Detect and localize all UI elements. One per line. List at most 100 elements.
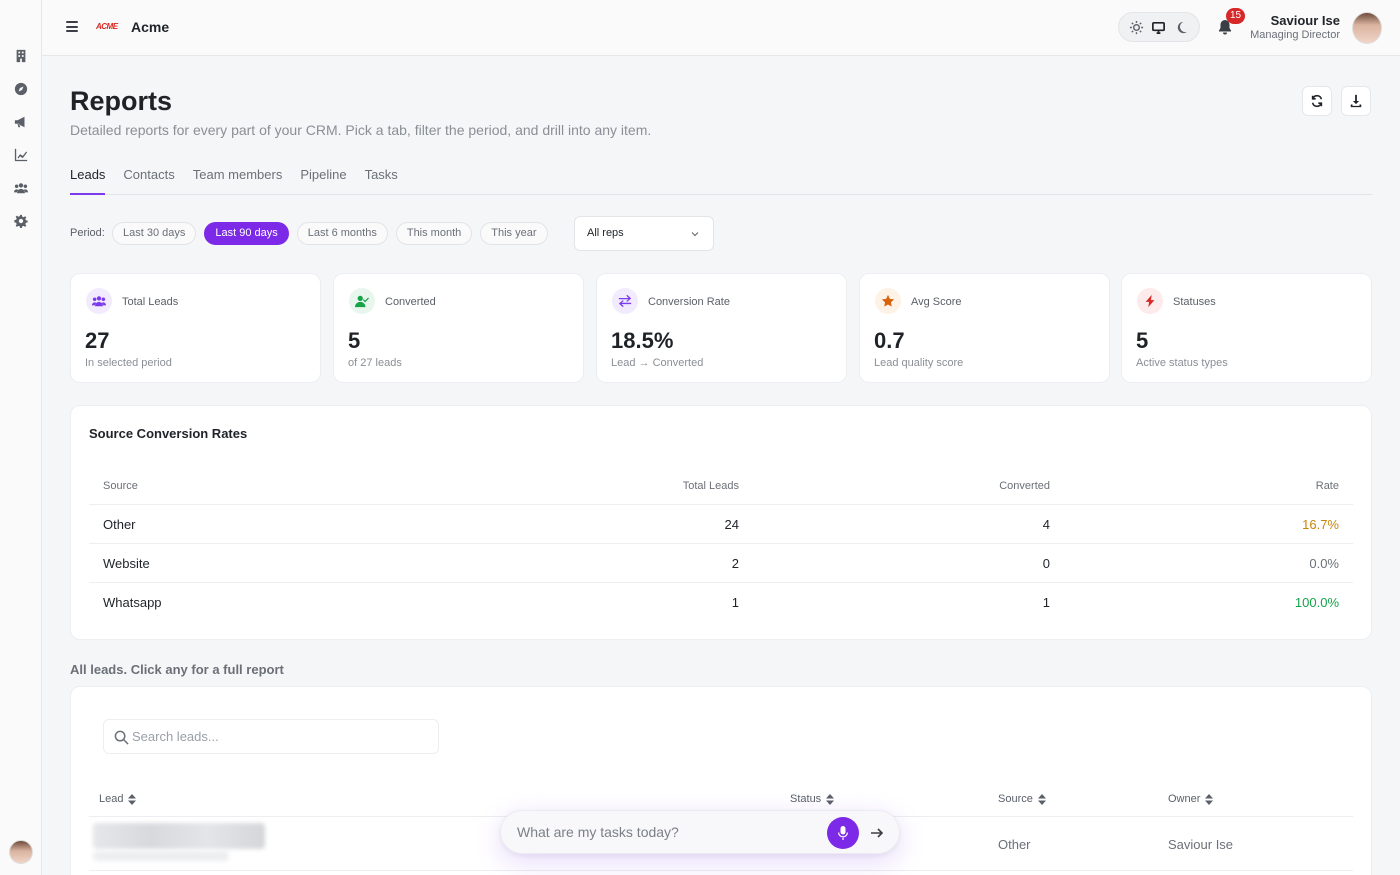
- refresh-button[interactable]: [1302, 86, 1332, 116]
- stat-label: Converted: [385, 296, 436, 308]
- column-header-total-leads: Total Leads: [682, 480, 739, 492]
- stat-label: Avg Score: [911, 296, 962, 308]
- stat-card-statuses: Statuses 5 Active status types: [1121, 273, 1372, 383]
- users-icon: [86, 288, 112, 314]
- sort-icon: [826, 793, 835, 805]
- assistant-bar: [500, 810, 900, 854]
- cell-total: 2: [731, 555, 739, 571]
- column-header-source: Source: [103, 480, 138, 492]
- sun-icon[interactable]: [1128, 19, 1144, 35]
- download-button[interactable]: [1341, 86, 1371, 116]
- sort-icon: [1037, 793, 1046, 805]
- app-logo: ACME: [96, 22, 118, 31]
- user-check-icon: [349, 288, 375, 314]
- period-chip-this-month[interactable]: This month: [395, 222, 473, 245]
- period-label: Period:: [70, 227, 105, 239]
- stat-card-converted: Converted 5 of 27 leads: [333, 273, 584, 383]
- user-role: Managing Director: [1250, 29, 1340, 41]
- assistant-input[interactable]: [517, 811, 817, 853]
- stat-card-conversion-rate: Conversion Rate 18.5% Lead → Converted: [596, 273, 847, 383]
- gear-icon[interactable]: [13, 213, 29, 229]
- stat-card-avg-score: Avg Score 0.7 Lead quality score: [859, 273, 1110, 383]
- refresh-icon: [1311, 94, 1323, 108]
- column-header-owner[interactable]: Owner: [1168, 793, 1214, 805]
- column-header-status[interactable]: Status: [790, 793, 835, 805]
- bolt-icon: [1137, 288, 1163, 314]
- stat-label: Total Leads: [122, 296, 179, 308]
- user-avatar[interactable]: [1352, 12, 1382, 44]
- stat-value: 0.7: [874, 328, 905, 353]
- column-header-rate: Rate: [1315, 480, 1339, 492]
- cell-converted: 1: [1042, 595, 1050, 610]
- column-header-source[interactable]: Source: [998, 793, 1046, 805]
- arrow-right-icon[interactable]: [869, 825, 885, 841]
- redacted-lead-name: [93, 823, 265, 849]
- stat-value: 18.5%: [611, 328, 674, 353]
- leads-section-label: All leads. Click any for a full report: [70, 662, 284, 677]
- chevron-down-icon: [691, 232, 699, 237]
- column-header-label: Owner: [1168, 793, 1201, 805]
- cell-converted: 4: [1042, 516, 1050, 532]
- cell-rate: 0.0%: [1309, 555, 1339, 571]
- panel-title: Source Conversion Rates: [89, 426, 248, 441]
- microphone-button[interactable]: [827, 817, 859, 849]
- table-row: Website 2 0 0.0%: [89, 544, 1353, 583]
- table-row: Whatsapp 1 1 100.0%: [89, 583, 1353, 622]
- source-conversion-panel: Source Conversion Rates Source Total Lea…: [70, 405, 1372, 640]
- source-table: Source Total Leads Converted Rate Other …: [89, 468, 1353, 622]
- menu-icon[interactable]: [66, 21, 78, 33]
- app-title: Acme: [131, 19, 170, 35]
- period-chip-this-year[interactable]: This year: [480, 222, 548, 245]
- report-tabs: Leads Contacts Team members Pipeline Tas…: [70, 166, 1372, 195]
- building-icon[interactable]: [13, 48, 29, 64]
- stat-label: Conversion Rate: [648, 296, 730, 308]
- period-chip-last-90-days[interactable]: Last 90 days: [204, 222, 289, 245]
- table-header-row: Source Total Leads Converted Rate: [89, 468, 1353, 505]
- period-chip-last-6-months[interactable]: Last 6 months: [296, 222, 388, 245]
- rep-select[interactable]: All reps: [574, 216, 714, 251]
- compass-icon[interactable]: [13, 81, 29, 97]
- tab-leads[interactable]: Leads: [70, 166, 106, 195]
- stat-sub: Active status types: [1136, 357, 1228, 369]
- cell-total: 24: [724, 516, 739, 532]
- tab-tasks[interactable]: Tasks: [365, 166, 398, 195]
- users-icon[interactable]: [13, 180, 29, 196]
- moon-icon[interactable]: [1174, 19, 1190, 35]
- tab-contacts[interactable]: Contacts: [123, 166, 174, 195]
- sidebar-avatar[interactable]: [9, 840, 33, 864]
- search-input[interactable]: [132, 720, 432, 753]
- stat-value: 5: [348, 328, 361, 353]
- sidebar: [0, 0, 42, 875]
- exchange-icon: [612, 288, 638, 314]
- cell-rate: 16.7%: [1302, 516, 1339, 532]
- cell-source: Other: [103, 516, 136, 532]
- star-icon: [875, 288, 901, 314]
- rep-select-value: All reps: [587, 227, 624, 239]
- stat-label: Statuses: [1173, 296, 1216, 308]
- megaphone-icon[interactable]: [13, 114, 29, 130]
- chart-line-icon[interactable]: [13, 147, 29, 163]
- sort-icon: [1205, 793, 1214, 805]
- stat-sub: Lead quality score: [874, 357, 964, 369]
- cell-rate: 100.0%: [1294, 595, 1339, 610]
- monitor-icon[interactable]: [1151, 19, 1167, 35]
- stat-card-total-leads: Total Leads 27 In selected period: [70, 273, 321, 383]
- tab-pipeline[interactable]: Pipeline: [300, 166, 346, 195]
- period-chip-last-30-days[interactable]: Last 30 days: [112, 222, 197, 245]
- search-icon: [114, 730, 129, 745]
- tab-team-members[interactable]: Team members: [193, 166, 283, 195]
- search-box: [103, 719, 439, 754]
- top-header: ACME Acme 15 Saviour Ise Managing Direct…: [42, 0, 1400, 56]
- column-header-label: Lead: [99, 793, 124, 805]
- cell-converted: 0: [1042, 555, 1050, 571]
- cell-source: Other: [998, 837, 1031, 852]
- column-header-lead[interactable]: Lead: [99, 793, 137, 805]
- redacted-lead-detail: [93, 851, 229, 861]
- column-header-label: Source: [998, 793, 1033, 805]
- period-chips: Last 30 days Last 90 days Last 6 months …: [112, 222, 556, 245]
- cell-source: Website: [103, 555, 150, 571]
- cell-owner: Saviour Ise: [1168, 837, 1234, 852]
- page-title: Reports: [70, 86, 173, 116]
- user-name[interactable]: Saviour Ise: [1271, 13, 1340, 28]
- stat-sub: of 27 leads: [348, 357, 402, 369]
